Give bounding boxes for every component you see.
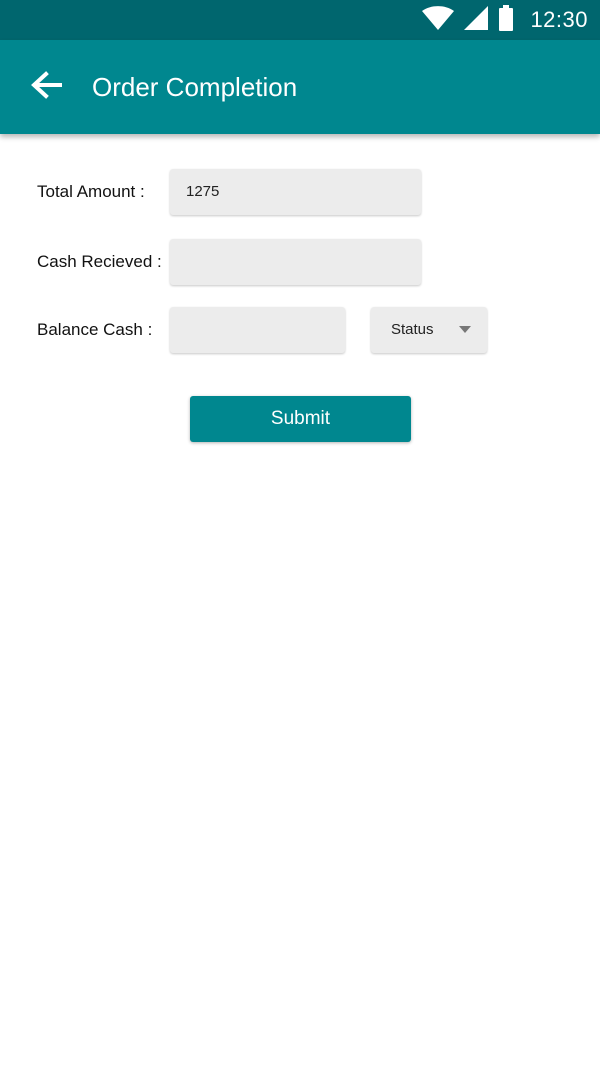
status-dropdown-label: Status <box>391 321 434 338</box>
status-time: 12:30 <box>530 7 588 32</box>
cash-received-label: Cash Recieved : <box>37 252 162 271</box>
arrow-left-icon <box>30 70 63 104</box>
total-amount-row: Total Amount : 1275 <box>0 169 600 215</box>
back-button[interactable] <box>22 63 70 111</box>
page-title: Order Completion <box>92 72 298 102</box>
balance-cash-row: Balance Cash : Status <box>0 307 600 353</box>
status-bar: 12:30 <box>0 0 600 40</box>
app-bar: Order Completion <box>0 40 600 134</box>
status-dropdown[interactable]: Status <box>371 307 487 353</box>
total-amount-field[interactable]: 1275 <box>170 169 421 215</box>
balance-cash-label: Balance Cash : <box>37 320 153 339</box>
submit-button[interactable]: Submit <box>190 396 411 442</box>
cash-received-field[interactable] <box>170 239 421 285</box>
total-amount-label: Total Amount : <box>37 182 145 201</box>
dropdown-arrow-icon <box>459 326 471 333</box>
wifi-icon <box>422 5 455 35</box>
cellular-signal-icon <box>464 5 489 35</box>
battery-icon <box>498 4 514 36</box>
balance-cash-field[interactable] <box>170 307 345 353</box>
status-icons: 12:30 <box>422 0 588 40</box>
cash-received-row: Cash Recieved : <box>0 239 600 285</box>
